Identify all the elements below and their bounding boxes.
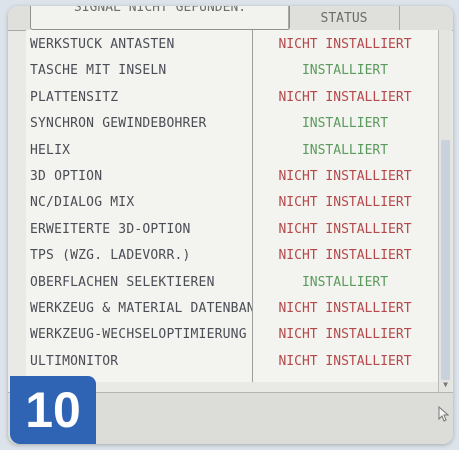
option-name: WERKZEUG & MATERIAL DATENBANK bbox=[30, 301, 252, 316]
option-row[interactable]: WERKSTUCK ANTASTEN NICHT INSTALLIERT bbox=[26, 34, 438, 60]
status-not-installed: NICHT INSTALLIERT bbox=[278, 221, 412, 237]
message-title: SIGNAL NICHT GEFUNDEN. bbox=[30, 6, 290, 30]
status-not-installed: NICHT INSTALLIERT bbox=[278, 248, 412, 264]
option-name: NC/DIALOG MIX bbox=[30, 195, 135, 211]
option-row[interactable]: SYNCHRON GEWINDEBOHRER INSTALLIERT bbox=[26, 113, 438, 139]
option-row[interactable]: PLATTENSITZ NICHT INSTALLIERT bbox=[26, 87, 438, 113]
option-row[interactable]: TASCHE MIT INSELN INSTALLIERT bbox=[26, 60, 438, 86]
status-not-installed: NICHT INSTALLIERT bbox=[278, 195, 412, 211]
option-name: 3D OPTION bbox=[30, 169, 103, 184]
status-installed: INSTALLIERT bbox=[301, 274, 389, 290]
option-name: HELIX bbox=[30, 142, 71, 158]
option-name: ULTIMONITOR bbox=[30, 353, 119, 369]
table-header: SIGNAL NICHT GEFUNDEN. STATUS bbox=[8, 6, 453, 31]
option-row[interactable]: HELIX INSTALLIERT bbox=[26, 140, 438, 166]
vertical-scrollbar[interactable]: ▼ bbox=[438, 30, 452, 392]
option-name: ERWEITERTE 3D-OPTION bbox=[30, 221, 191, 237]
option-row[interactable]: TPS (WZG. LADEVORR.) NICHT INSTALLIERT bbox=[26, 245, 438, 271]
option-name: SYNCHRON GEWINDEBOHRER bbox=[30, 116, 207, 132]
scroll-thumb[interactable] bbox=[441, 140, 450, 380]
option-row[interactable]: WERKZEUG & MATERIAL DATENBANK NICHT INSTA… bbox=[26, 298, 438, 324]
status-installed: INSTALLIERT bbox=[301, 116, 389, 132]
status-not-installed: NICHT INSTALLIERT bbox=[278, 353, 412, 369]
option-row[interactable]: ULTIMONITOR NICHT INSTALLIERT bbox=[26, 351, 438, 377]
option-name: WERKZEUG-WECHSELOPTIMIERUNG bbox=[30, 327, 247, 343]
option-name: PLATTENSITZ bbox=[30, 89, 119, 105]
option-row[interactable]: OBERFLÄCHEN SELEKTIEREN INSTALLIERT bbox=[26, 272, 438, 298]
status-installed: INSTALLIERT bbox=[301, 142, 389, 158]
status-not-installed: NICHT INSTALLIERT bbox=[278, 169, 412, 184]
option-name: OBERFLÄCHEN SELEKTIEREN bbox=[30, 274, 215, 290]
mouse-pointer-icon bbox=[438, 406, 450, 422]
status-installed: INSTALLIERT bbox=[301, 63, 389, 79]
arrow-down-icon[interactable]: ▼ bbox=[440, 380, 451, 390]
option-row[interactable]: 3D OPTION NICHT INSTALLIERT bbox=[26, 166, 438, 192]
status-not-installed: NICHT INSTALLIERT bbox=[278, 301, 412, 316]
option-name: WERKSTUCK ANTASTEN bbox=[30, 37, 175, 52]
status-not-installed: NICHT INSTALLIERT bbox=[278, 37, 412, 52]
options-table: WERKSTUCK ANTASTEN NICHT INSTALLIERT TASCH… bbox=[26, 30, 438, 382]
option-row[interactable]: WERKZEUG-WECHSELOPTIMIERUNG NICHT INSTALL… bbox=[26, 324, 438, 350]
option-name: TASCHE MIT INSELN bbox=[30, 63, 167, 79]
status-column-header[interactable]: STATUS bbox=[288, 6, 400, 30]
option-row[interactable]: ERWEITERTE 3D-OPTION NICHT INSTALLIERT bbox=[26, 219, 438, 245]
status-not-installed: NICHT INSTALLIERT bbox=[278, 327, 412, 343]
option-row[interactable]: NC/DIALOG MIX NICHT INSTALLIERT bbox=[26, 192, 438, 218]
option-name: TPS (WZG. LADEVORR.) bbox=[30, 248, 191, 264]
step-number-badge: 10 bbox=[10, 376, 96, 444]
status-not-installed: NICHT INSTALLIERT bbox=[278, 89, 412, 105]
